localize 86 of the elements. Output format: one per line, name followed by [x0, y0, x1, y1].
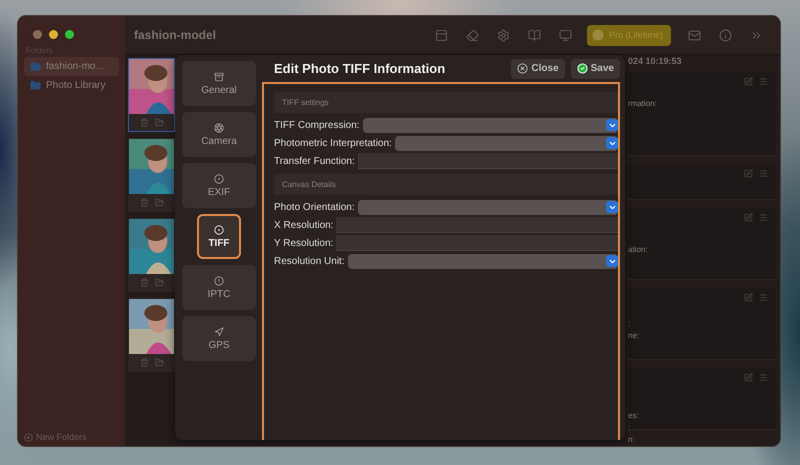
- edit-icon[interactable]: [744, 77, 753, 86]
- photo-thumbnail[interactable]: [128, 218, 175, 292]
- category-tab[interactable]: EXIF: [182, 163, 256, 208]
- info-label: ation:: [628, 244, 648, 256]
- edit-icon[interactable]: [744, 213, 753, 222]
- list-icon[interactable]: [759, 213, 768, 222]
- trash-icon[interactable]: [140, 278, 148, 287]
- input-field[interactable]: [336, 235, 618, 251]
- field-label: X Resolution:: [274, 220, 334, 230]
- field-label: Photometric Interpretation:: [274, 138, 392, 148]
- folder-icon[interactable]: [154, 358, 164, 367]
- input-field[interactable]: [358, 153, 618, 169]
- folder-label: Photo Library: [46, 80, 106, 91]
- category-tab[interactable]: IPTC: [182, 265, 256, 310]
- folder-icon: [30, 80, 41, 91]
- edit-icon[interactable]: [744, 293, 753, 302]
- timestamp: 024 10:19:53: [628, 55, 683, 68]
- plus-icon: [24, 432, 33, 442]
- dropdown[interactable]: [348, 254, 618, 268]
- eraser-icon[interactable]: [466, 28, 479, 42]
- folder-icon[interactable]: [154, 278, 164, 287]
- trash-icon[interactable]: [140, 198, 148, 207]
- window-title: fashion-model: [134, 28, 216, 42]
- circle-icon: [214, 276, 224, 286]
- circle-icon: [592, 29, 604, 41]
- sidebar-item[interactable]: Photo Library: [24, 76, 119, 95]
- sidebar-item[interactable]: fashion-mo...: [24, 57, 119, 76]
- book-icon[interactable]: [528, 28, 541, 42]
- minimize-window-button[interactable]: [49, 30, 58, 39]
- close-button[interactable]: Close: [511, 58, 565, 78]
- section-heading: TIFF settings: [274, 92, 618, 113]
- zoom-window-button[interactable]: [65, 30, 74, 39]
- info-label: ne:: [628, 330, 640, 342]
- check-icon: [576, 63, 588, 74]
- aperture-icon: [214, 122, 224, 132]
- input-field[interactable]: [336, 217, 618, 233]
- chevron-icon: [606, 255, 618, 267]
- info-label: n:: [628, 434, 635, 446]
- category-tab[interactable]: Camera: [182, 112, 256, 157]
- folder-icon[interactable]: [154, 198, 164, 207]
- folder-icon[interactable]: [154, 118, 164, 127]
- navigation-icon: [214, 326, 224, 336]
- info-icon[interactable]: [719, 28, 732, 42]
- tray-icon: [214, 72, 224, 82]
- trash-icon[interactable]: [140, 358, 148, 367]
- chevron-icon: [606, 137, 618, 149]
- trash-icon[interactable]: [140, 118, 148, 127]
- list-icon[interactable]: [759, 169, 768, 178]
- list-icon[interactable]: [759, 373, 768, 382]
- edit-icon[interactable]: [744, 169, 753, 178]
- section-heading: Canvas Details: [274, 174, 618, 195]
- info-label: es:: [628, 410, 639, 422]
- list-icon[interactable]: [759, 293, 768, 302]
- info-label: rmation:: [628, 98, 657, 110]
- chevron-icon: [606, 119, 618, 131]
- photo-thumbnail[interactable]: [128, 58, 175, 132]
- dialog-title: Edit Photo TIFF Information: [273, 61, 446, 76]
- close-icon: [517, 63, 528, 74]
- dropdown[interactable]: [362, 118, 618, 132]
- category-tab[interactable]: General: [182, 61, 256, 106]
- dropdown[interactable]: [358, 200, 618, 214]
- info-label: :: [628, 318, 630, 330]
- field-label: Photo Orientation:: [274, 202, 355, 212]
- save-button[interactable]: Save: [570, 58, 620, 78]
- field-label: Transfer Function:: [274, 156, 355, 166]
- circle-icon: [214, 224, 224, 234]
- settings-icon[interactable]: [496, 28, 510, 42]
- close-window-button[interactable]: [33, 30, 42, 39]
- dropdown[interactable]: [394, 136, 618, 150]
- edit-icon[interactable]: [744, 373, 753, 382]
- folder-label: fashion-mo...: [46, 61, 104, 72]
- window-icon[interactable]: [434, 28, 448, 42]
- field-label: Y Resolution:: [274, 238, 334, 248]
- photo-thumbnail[interactable]: [128, 138, 175, 212]
- mail-icon[interactable]: [688, 28, 701, 42]
- list-icon[interactable]: [759, 77, 768, 86]
- circle-icon: [214, 174, 224, 184]
- field-label: Resolution Unit:: [274, 256, 345, 266]
- info-label: :: [628, 422, 630, 434]
- chevron-icon: [606, 201, 618, 213]
- field-label: TIFF Compression:: [274, 120, 360, 130]
- folder-icon: [30, 61, 41, 72]
- category-tab[interactable]: TIFF: [197, 214, 241, 259]
- monitor-icon[interactable]: [558, 28, 572, 42]
- category-tab[interactable]: GPS: [182, 316, 256, 361]
- photo-thumbnail[interactable]: [128, 298, 175, 372]
